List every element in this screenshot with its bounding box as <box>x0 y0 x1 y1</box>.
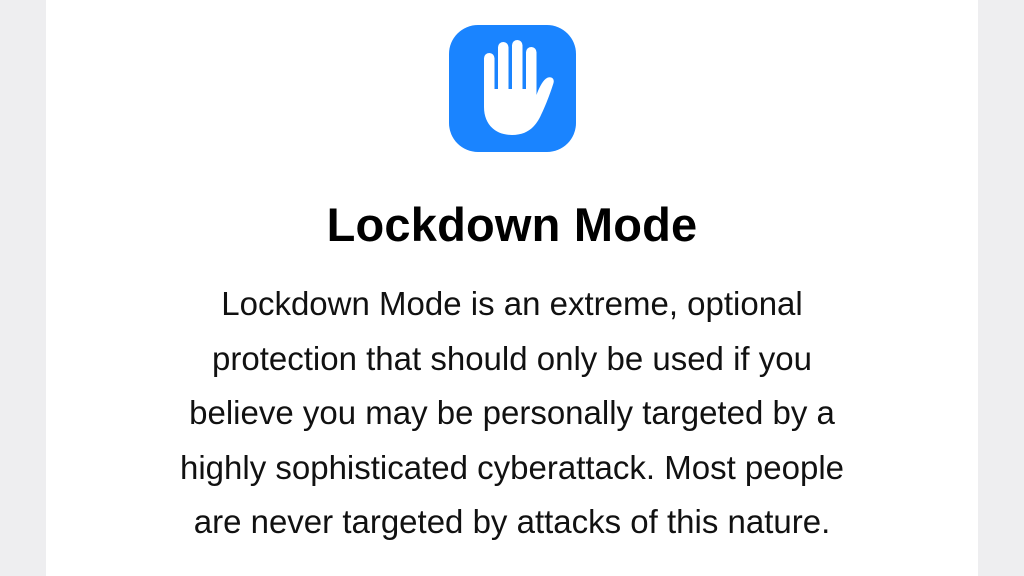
description-line: highly sophisticated cyberattack. Most p… <box>179 448 845 486</box>
description-line: protection that should only be used if y… <box>212 339 812 377</box>
description-line: believe you may be personally targeted b… <box>189 394 835 431</box>
description: Lockdown Mode is an extreme, optional pr… <box>0 277 1024 550</box>
raised-hand-icon <box>483 39 554 135</box>
description-line: Lockdown Mode is an extreme, optional <box>221 285 803 322</box>
description-line: are never targeted by attacks of this na… <box>193 503 831 540</box>
page-title: Lockdown Mode <box>326 198 698 251</box>
lockdown-mode-app-icon <box>449 25 576 152</box>
